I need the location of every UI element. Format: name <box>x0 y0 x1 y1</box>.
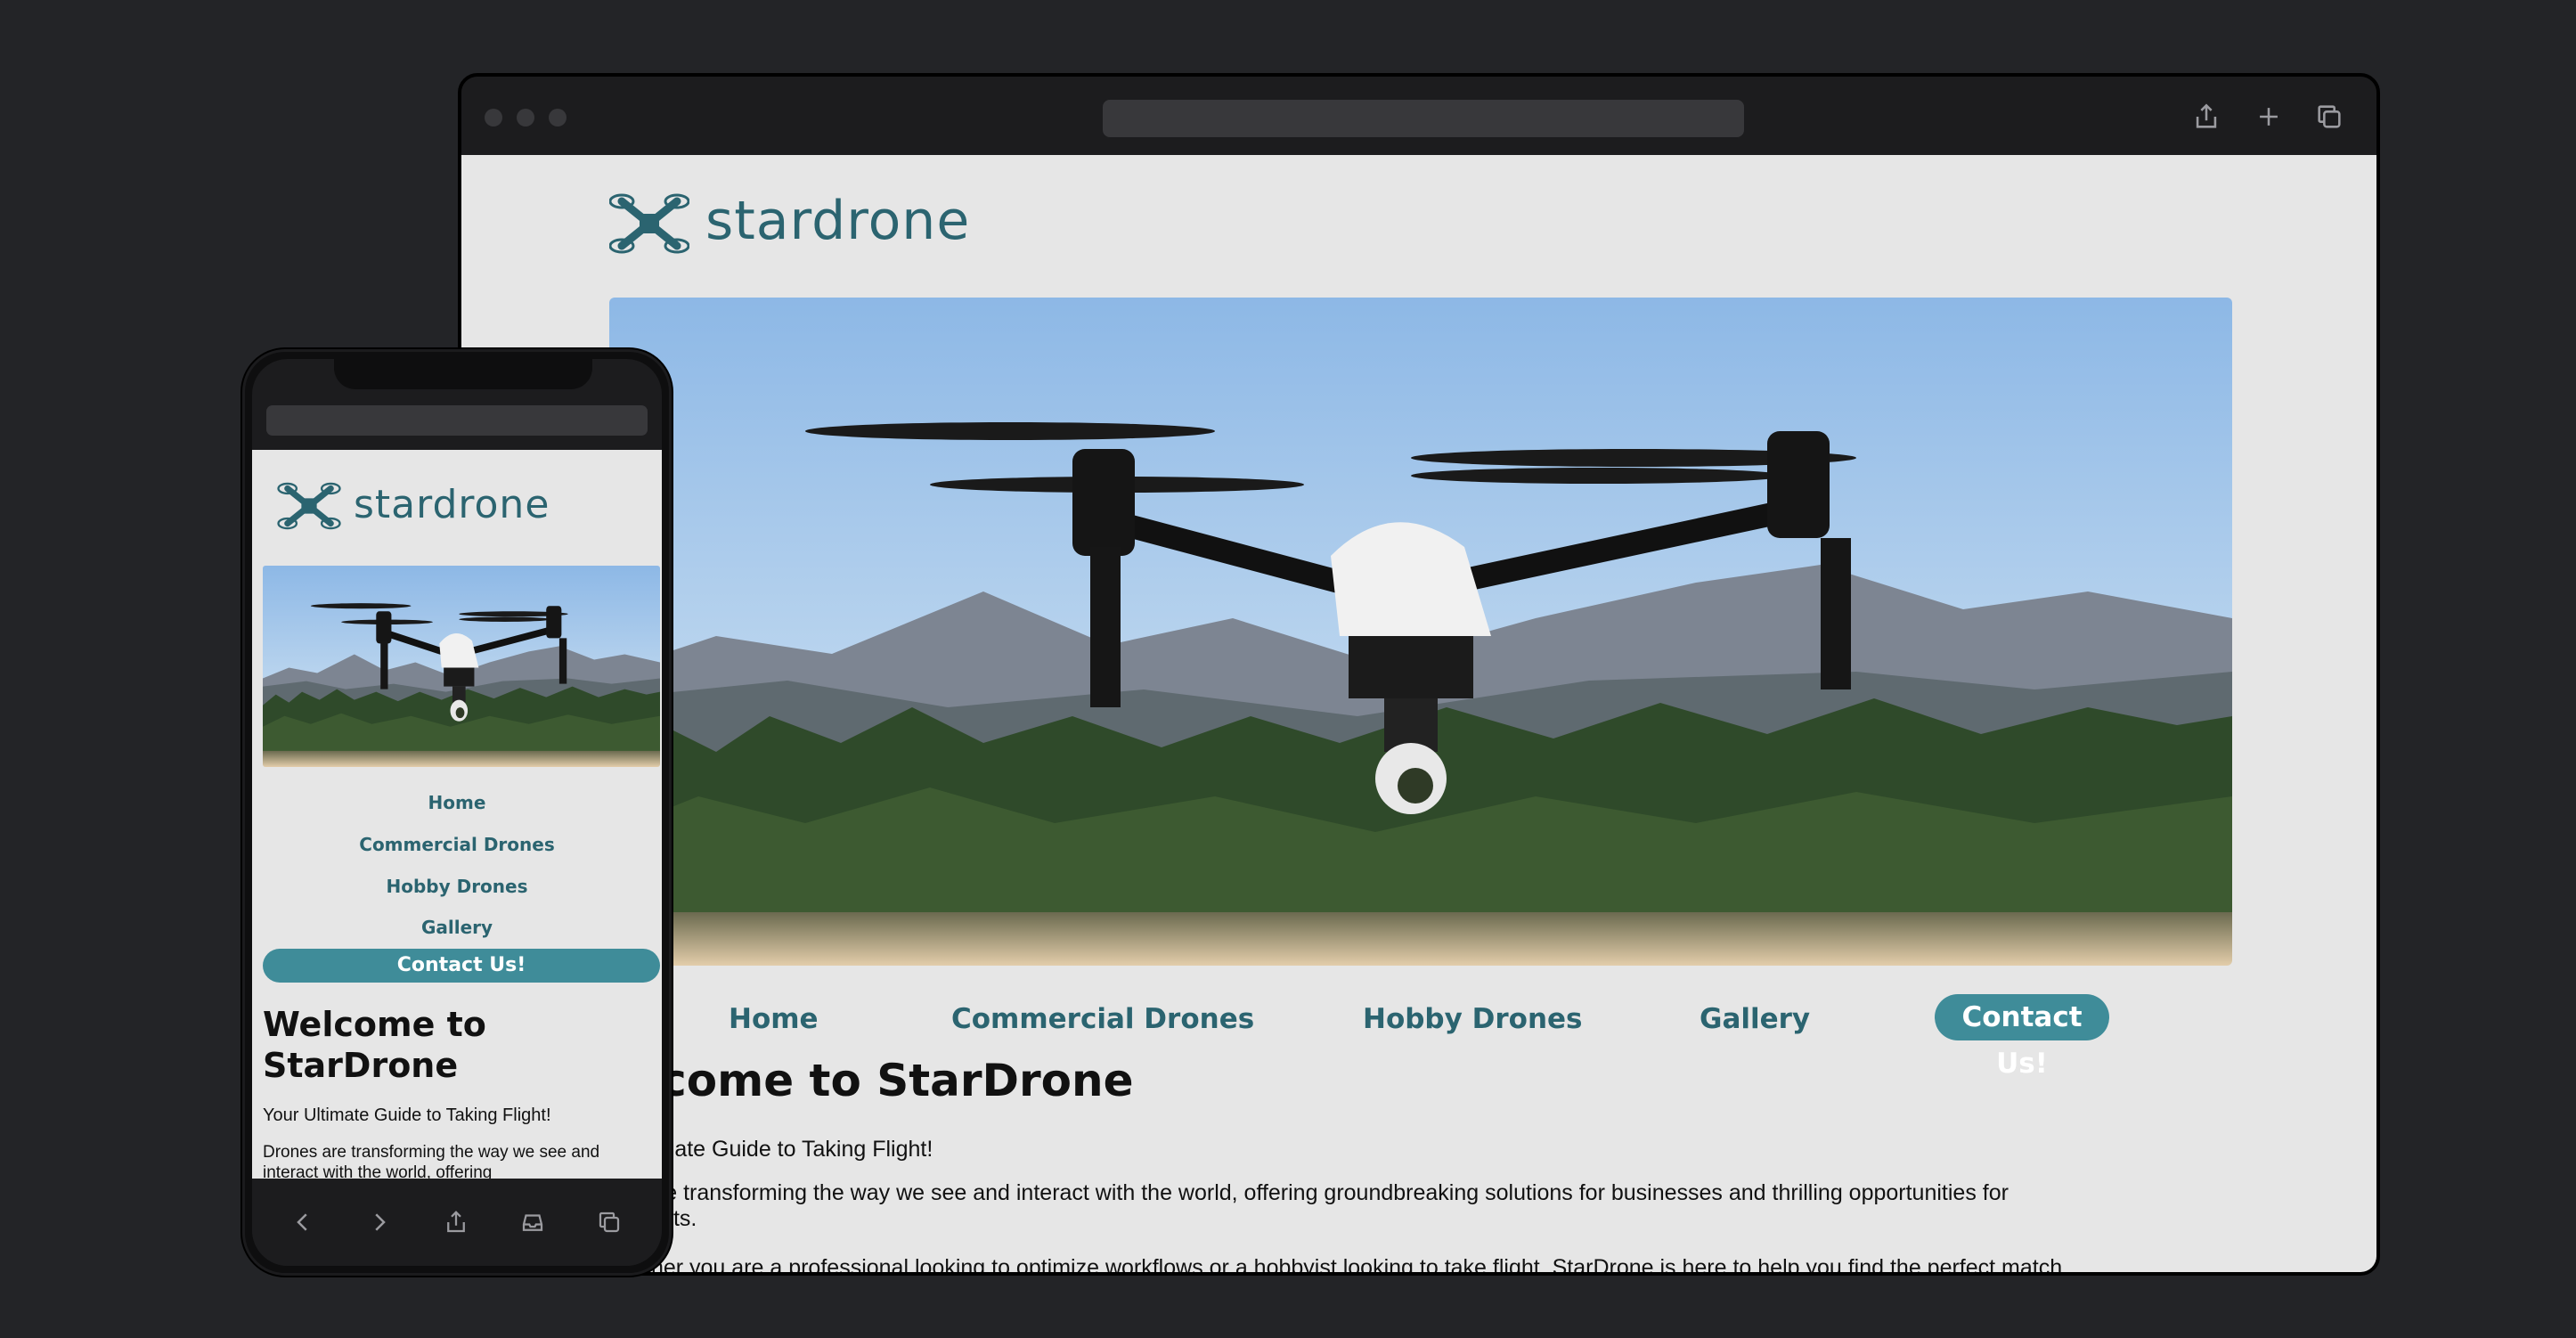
mobile-page: stardrone Home Commercial Drones Hobby D… <box>252 450 662 1179</box>
desktop-page: stardrone Home Commercial Drones Hobby D… <box>461 155 2376 1272</box>
brand-wordmark: stardrone <box>705 190 971 252</box>
brand-wordmark: stardrone <box>354 481 550 527</box>
phone-screen: stardrone Home Commercial Drones Hobby D… <box>252 359 662 1266</box>
tabs-icon[interactable] <box>2314 102 2344 132</box>
mobile-nav-gallery[interactable]: Gallery <box>252 917 662 938</box>
share-icon[interactable] <box>443 1209 469 1236</box>
browser-toolbar <box>461 77 2376 155</box>
page-title: lcome to StarDrone <box>645 1055 1134 1106</box>
mobile-nav-commercial-drones[interactable]: Commercial Drones <box>252 834 662 855</box>
window-minimize-dot[interactable] <box>517 109 534 126</box>
main-nav: Home Commercial Drones Hobby Drones Gall… <box>461 994 2376 1080</box>
tagline: timate Guide to Taking Flight! <box>645 1137 933 1162</box>
mobile-site-logo[interactable]: stardrone <box>277 480 550 532</box>
nav-commercial-drones[interactable]: Commercial Drones <box>951 1003 1254 1035</box>
drone-logo-icon <box>609 191 689 257</box>
mobile-nav-home[interactable]: Home <box>252 792 662 813</box>
mobile-nav-hobby-drones[interactable]: Hobby Drones <box>252 876 662 897</box>
mobile-tagline: Your Ultimate Guide to Taking Flight! <box>263 1105 551 1125</box>
nav-home[interactable]: Home <box>729 1003 819 1035</box>
plus-icon[interactable] <box>2254 102 2284 132</box>
contact-button[interactable]: Contact Us! <box>1935 994 2109 1080</box>
intro-line-1: are transforming the way we see and inte… <box>645 1180 2009 1205</box>
main-content: lcome to StarDrone timate Guide to Takin… <box>645 1055 2248 1272</box>
nav-gallery[interactable]: Gallery <box>1700 1003 1810 1035</box>
mobile-address-bar[interactable] <box>266 405 648 436</box>
desktop-browser-window: stardrone Home Commercial Drones Hobby D… <box>458 73 2380 1276</box>
nav-hobby-drones[interactable]: Hobby Drones <box>1363 1003 1583 1035</box>
mobile-browser-toolbar <box>252 1179 662 1266</box>
tabs-icon[interactable] <box>596 1209 623 1236</box>
mobile-contact-button[interactable]: Contact Us! <box>263 949 660 983</box>
phone-notch <box>334 359 592 389</box>
intro-paragraph: are transforming the way we see and inte… <box>645 1180 2248 1232</box>
share-icon[interactable] <box>2191 102 2221 132</box>
mobile-main-content: Welcome to StarDrone Your Ultimate Guide… <box>263 1004 655 1179</box>
mobile-hero-image <box>263 566 660 767</box>
mobile-page-title: Welcome to StarDrone <box>263 1005 486 1085</box>
site-logo[interactable]: stardrone <box>609 190 971 257</box>
back-icon[interactable] <box>289 1209 316 1236</box>
address-bar[interactable] <box>1103 100 1744 137</box>
drone-logo-icon <box>277 480 341 532</box>
bookmarks-icon[interactable] <box>519 1209 546 1236</box>
mobile-phone-frame: stardrone Home Commercial Drones Hobby D… <box>242 349 672 1276</box>
forward-icon[interactable] <box>366 1209 393 1236</box>
hero-image <box>609 298 2232 966</box>
window-close-dot[interactable] <box>485 109 502 126</box>
window-zoom-dot[interactable] <box>549 109 567 126</box>
second-paragraph: ther you are a professional looking to o… <box>645 1255 2069 1272</box>
mobile-intro-paragraph: Drones are transforming the way we see a… <box>263 1143 600 1179</box>
